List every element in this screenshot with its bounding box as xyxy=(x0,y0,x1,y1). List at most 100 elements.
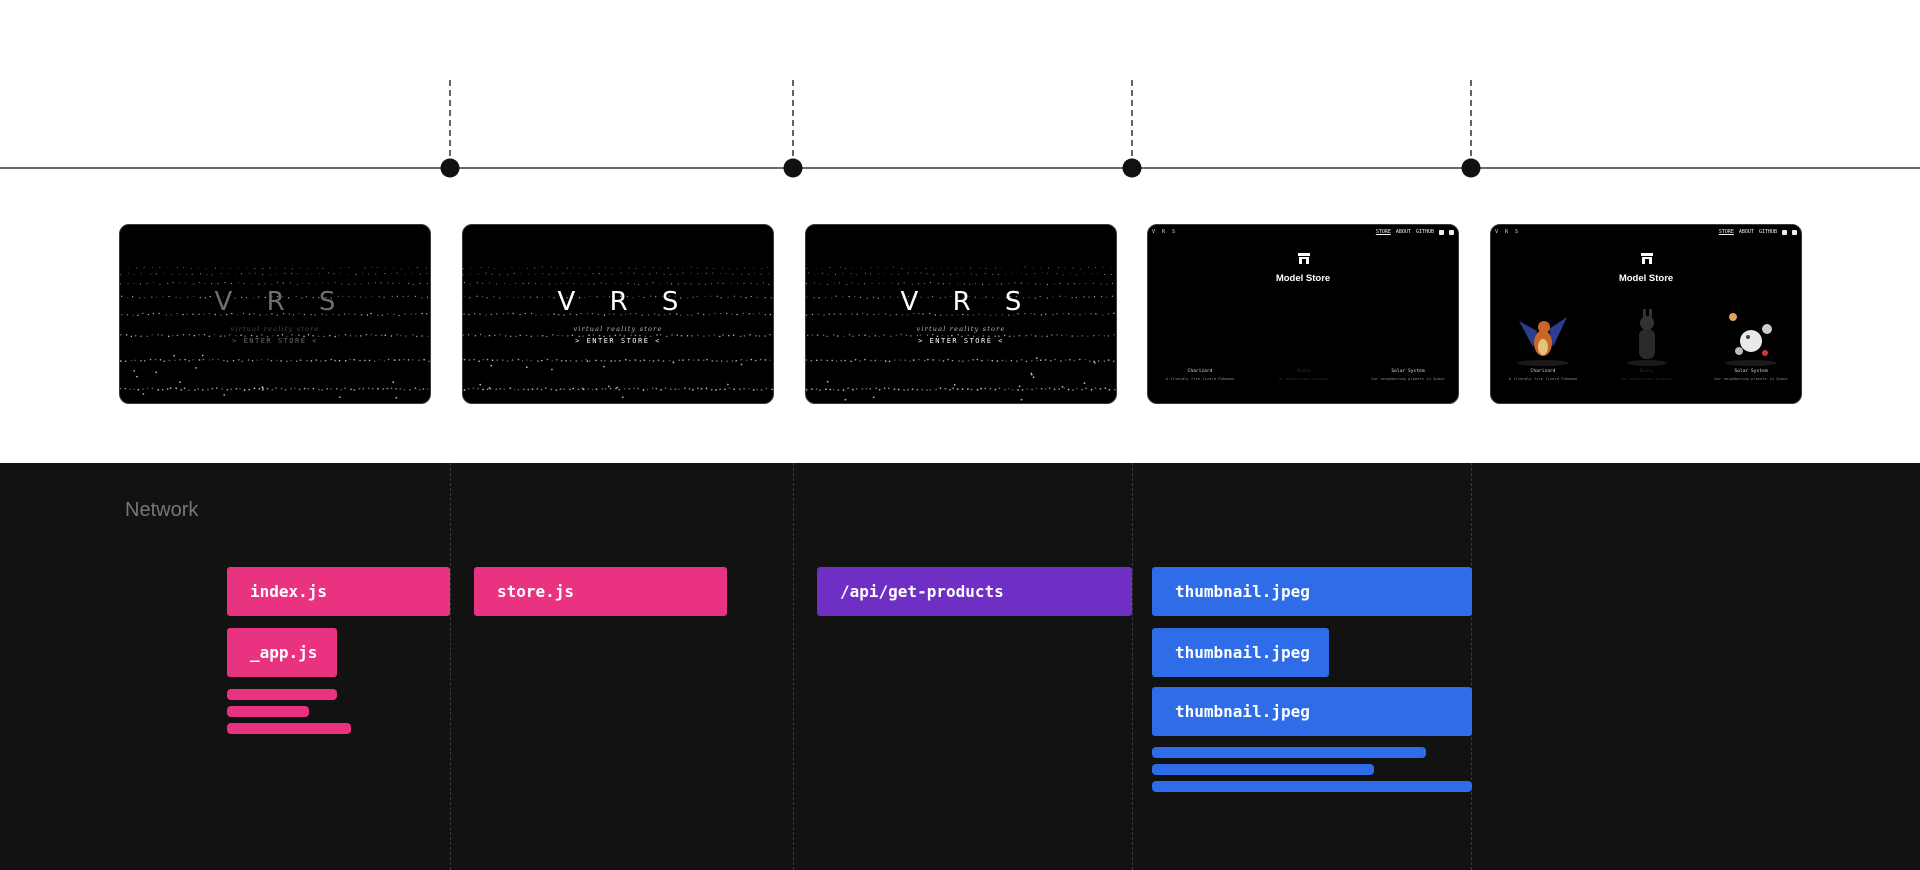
star-dot xyxy=(392,381,395,384)
star-dot xyxy=(486,388,489,391)
product-card[interactable]: Bunny An adventurous pioneer xyxy=(1595,369,1699,381)
star-dot xyxy=(700,388,703,390)
star-dot xyxy=(226,388,229,391)
star-dot xyxy=(559,388,562,390)
star-dot xyxy=(573,266,575,268)
enter-store-link[interactable]: > ENTER STORE < xyxy=(463,337,773,345)
request-image[interactable]: thumbnail.jpeg xyxy=(1152,687,1472,736)
star-dot xyxy=(569,359,572,362)
star-dot xyxy=(958,360,960,362)
star-dot xyxy=(624,358,627,361)
star-dot xyxy=(806,282,807,285)
star-dot xyxy=(643,359,646,362)
star-dot xyxy=(706,358,708,361)
product-card[interactable]: Charizard A friendly fire lizard Pokemon xyxy=(1491,369,1595,381)
star-dot xyxy=(290,359,293,362)
star-dot xyxy=(364,267,366,269)
user-icon[interactable] xyxy=(1449,229,1454,235)
product-card[interactable]: Charizard A friendly fire lizard Pokemon xyxy=(1148,369,1252,381)
star-dot xyxy=(894,359,896,361)
star-dot xyxy=(1108,388,1111,391)
star-dot xyxy=(1062,274,1064,276)
product-card[interactable]: Solar System Our neighboring planets in S… xyxy=(1699,369,1801,381)
nav-item-github[interactable]: GITHUB xyxy=(1759,229,1777,235)
star-dot xyxy=(885,268,887,270)
star-dot xyxy=(485,272,487,274)
request-api[interactable]: /api/get-products xyxy=(817,567,1132,616)
star-dot xyxy=(377,387,379,390)
nav-item-about[interactable]: ABOUT xyxy=(1739,229,1754,235)
star-dot xyxy=(1044,388,1047,390)
star-dot xyxy=(159,283,161,285)
star-dot xyxy=(469,283,471,285)
request-image[interactable]: thumbnail.jpeg xyxy=(1152,628,1329,677)
star-dot xyxy=(276,359,278,362)
star-dot xyxy=(614,360,617,362)
star-dot xyxy=(1112,360,1115,363)
star-dot xyxy=(469,273,471,275)
star-dot xyxy=(976,389,979,391)
request-js[interactable]: index.js xyxy=(227,567,450,616)
star-dot xyxy=(923,359,926,362)
star-dot xyxy=(592,273,594,275)
request-bar-image xyxy=(1152,764,1374,775)
star-dot xyxy=(426,282,428,284)
star-dot xyxy=(463,274,464,276)
star-dot xyxy=(368,359,371,362)
star-dot xyxy=(1012,273,1014,275)
product-card[interactable]: Bunny An adventurous pioneer xyxy=(1252,369,1356,381)
vrs-subtitle: virtual reality store xyxy=(916,325,1006,333)
star-dot xyxy=(884,360,887,362)
star-dot xyxy=(969,283,971,285)
cart-icon[interactable] xyxy=(1782,229,1787,235)
star-dot xyxy=(727,383,729,386)
star-dot xyxy=(393,268,395,269)
star-dot xyxy=(837,389,840,391)
star-dot xyxy=(620,283,622,285)
nav-item-github[interactable]: GITHUB xyxy=(1416,229,1434,235)
star-dot xyxy=(201,354,204,357)
star-dot xyxy=(1035,283,1037,285)
star-dot xyxy=(1112,282,1114,284)
star-dot xyxy=(598,273,600,275)
star-dot xyxy=(664,387,667,390)
star-dot xyxy=(672,361,675,364)
star-dot xyxy=(1030,373,1033,376)
cart-icon[interactable] xyxy=(1439,229,1444,235)
star-dot xyxy=(163,360,166,363)
star-dot xyxy=(387,358,390,361)
star-dot xyxy=(180,389,182,391)
request-js[interactable]: _app.js xyxy=(227,628,337,677)
star-dot xyxy=(623,387,626,390)
nav-item-store[interactable]: STORE xyxy=(1376,229,1391,235)
star-dot xyxy=(208,359,211,361)
star-dot xyxy=(852,267,854,269)
star-dot xyxy=(526,267,528,269)
user-icon[interactable] xyxy=(1792,229,1797,235)
star-dot xyxy=(519,334,521,336)
star-dot xyxy=(697,387,699,390)
star-dot xyxy=(893,266,895,268)
star-dot xyxy=(967,334,969,337)
enter-store-link[interactable]: > ENTER STORE < xyxy=(120,337,430,345)
star-dot xyxy=(750,282,752,284)
star-dot xyxy=(995,267,997,269)
enter-store-link[interactable]: > ENTER STORE < xyxy=(806,337,1116,345)
product-card[interactable]: Solar System Our neighboring planets in S… xyxy=(1356,369,1458,381)
star-dot xyxy=(491,273,493,275)
star-dot xyxy=(677,283,679,285)
star-dot xyxy=(821,268,823,270)
star-dot xyxy=(178,282,180,284)
star-dot xyxy=(947,358,950,361)
star-dot xyxy=(270,359,273,362)
star-dot xyxy=(588,267,590,269)
star-dot xyxy=(477,273,479,275)
star-dot xyxy=(551,368,553,371)
request-js[interactable]: store.js xyxy=(474,567,727,616)
star-dot xyxy=(161,388,164,391)
request-image[interactable]: thumbnail.jpeg xyxy=(1152,567,1472,616)
nav-item-about[interactable]: ABOUT xyxy=(1396,229,1411,235)
star-dot xyxy=(893,388,896,391)
nav-item-store[interactable]: STORE xyxy=(1719,229,1734,235)
star-dot xyxy=(271,283,273,286)
